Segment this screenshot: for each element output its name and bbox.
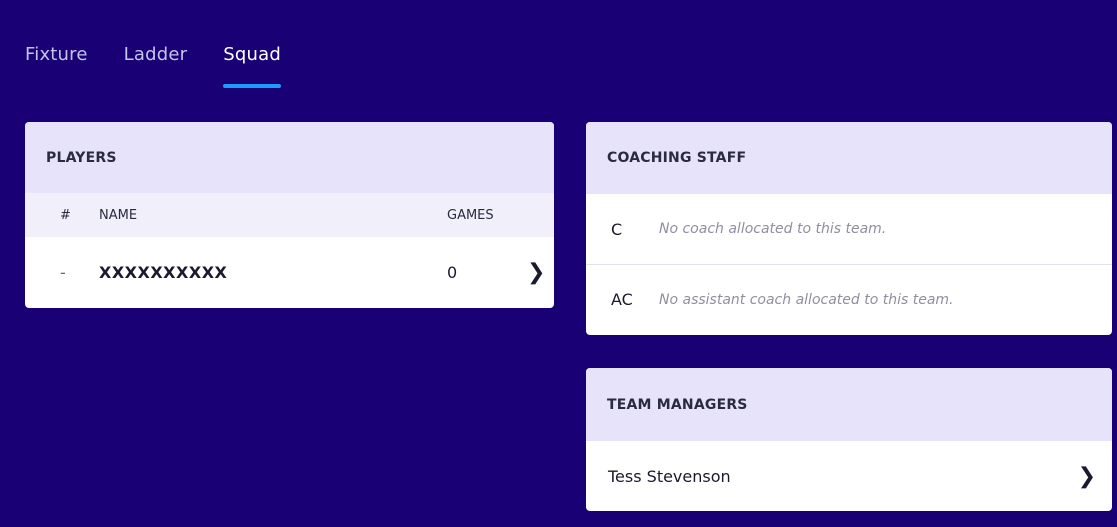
players-card: PLAYERS # NAME GAMES - XXXXXXXXXX 0 ❯ — [25, 122, 554, 308]
manager-row[interactable]: Tess Stevenson ❯ — [586, 441, 1112, 511]
coach-note: No coach allocated to this team. — [659, 221, 887, 237]
chevron-right-icon[interactable]: ❯ — [1078, 464, 1096, 489]
coach-row: C No coach allocated to this team. — [586, 194, 1112, 264]
tab-bar: Fixture Ladder Squad — [25, 44, 317, 88]
chevron-right-icon[interactable]: ❯ — [527, 260, 545, 285]
player-row[interactable]: - XXXXXXXXXX 0 ❯ — [25, 237, 554, 308]
managers-title: TEAM MANAGERS — [586, 368, 1112, 441]
assistant-coach-role: AC — [611, 290, 633, 309]
team-managers-card: TEAM MANAGERS Tess Stevenson ❯ — [586, 368, 1112, 511]
coach-role: C — [611, 219, 623, 239]
tab-fixture[interactable]: Fixture — [25, 44, 88, 65]
player-number: - — [60, 263, 66, 282]
assistant-coach-note: No assistant coach allocated to this tea… — [659, 291, 954, 308]
coaching-staff-card: COACHING STAFF C No coach allocated to t… — [586, 122, 1112, 335]
players-title: PLAYERS — [25, 122, 554, 193]
assistant-coach-row: AC No assistant coach allocated to this … — [586, 264, 1112, 334]
player-name: XXXXXXXXXX — [99, 263, 228, 282]
column-games: GAMES — [447, 207, 494, 223]
column-number: # — [60, 207, 71, 223]
column-name: NAME — [99, 207, 138, 223]
tab-squad[interactable]: Squad — [223, 44, 281, 88]
players-table-header: # NAME GAMES — [25, 193, 554, 237]
player-games: 0 — [447, 263, 458, 282]
tab-ladder[interactable]: Ladder — [124, 44, 188, 65]
coaching-title: COACHING STAFF — [586, 122, 1112, 194]
manager-name: Tess Stevenson — [608, 466, 731, 486]
